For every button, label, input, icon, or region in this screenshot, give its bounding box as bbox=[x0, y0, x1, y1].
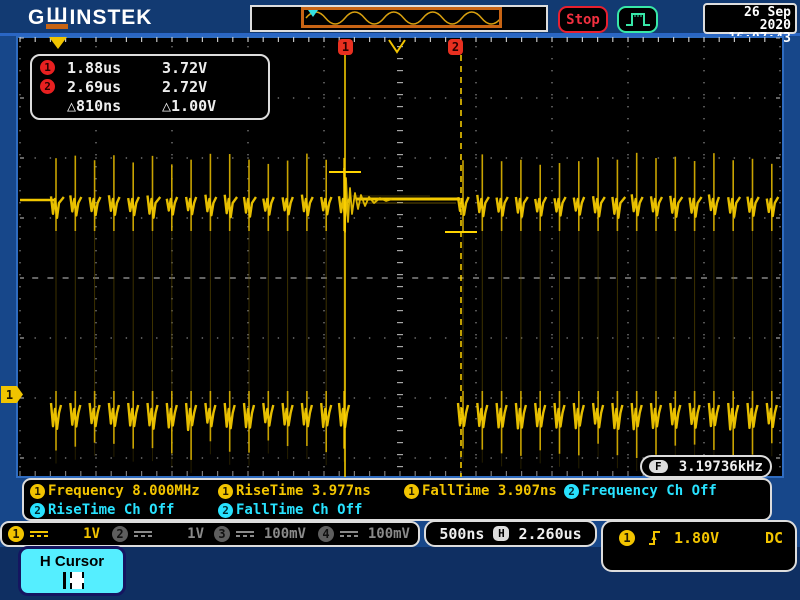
preview-trigger-marker-icon bbox=[308, 10, 318, 17]
delta-time: △810ns bbox=[67, 97, 162, 115]
meas-label: FallTime 3.907ns bbox=[422, 483, 557, 499]
trigger-row: 1 1.80V DC bbox=[603, 522, 795, 547]
timebase-status[interactable]: 500ns H 2.260us bbox=[424, 520, 597, 547]
date-text: 26 Sep 2020 bbox=[709, 6, 791, 32]
channel2-badge: 2 bbox=[112, 526, 128, 542]
meas-label: FallTime Ch Off bbox=[236, 502, 362, 518]
logo-instek: INSTEK bbox=[69, 6, 152, 30]
channel3-scale: 100mV bbox=[260, 526, 306, 542]
cursor1-readout: 1 1.88us 3.72V bbox=[40, 58, 260, 77]
meas-risetime-ch2: 2 RiseTime Ch Off bbox=[30, 502, 174, 518]
logo-g: G bbox=[28, 6, 45, 30]
channel4-scale: 100mV bbox=[364, 526, 410, 542]
meas-frequency-ch1: 1 Frequency 8.000MHz bbox=[30, 483, 200, 499]
ch1-badge: 1 bbox=[218, 484, 233, 499]
channel1-status[interactable]: 1 1V bbox=[8, 526, 100, 542]
h-cursor-icon bbox=[58, 572, 86, 589]
delta-volt: △1.00V bbox=[162, 97, 216, 115]
cursor2-volt: 2.72V bbox=[162, 78, 207, 96]
trigger-coupling: DC bbox=[765, 529, 783, 547]
cursor1-time: 1.88us bbox=[67, 59, 162, 77]
meas-falltime-ch1: 1 FallTime 3.907ns bbox=[404, 483, 557, 499]
channel3-badge: 3 bbox=[214, 526, 230, 542]
h-cursor1-handle[interactable]: 1 bbox=[338, 39, 353, 55]
gwinstek-logo: GШINSTEK bbox=[28, 6, 152, 30]
dc-coupling-icon bbox=[134, 531, 152, 537]
dc-coupling-icon bbox=[340, 531, 358, 537]
dc-coupling-icon bbox=[236, 531, 254, 537]
datetime-display: 26 Sep 2020 16:07:43 bbox=[703, 3, 797, 34]
display-window-indicator[interactable] bbox=[301, 7, 502, 28]
horizontal-badge: H bbox=[493, 526, 509, 541]
pulse-icon bbox=[623, 10, 653, 29]
ch1-badge: 1 bbox=[30, 484, 45, 499]
timebase-position: 2.260us bbox=[518, 525, 581, 543]
meas-label: Frequency 8.000MHz bbox=[48, 483, 200, 499]
h-cursor-softkey[interactable]: H Cursor bbox=[18, 546, 126, 596]
channel3-status[interactable]: 3 100mV bbox=[214, 526, 306, 542]
h-cursor2-handle[interactable]: 2 bbox=[448, 39, 463, 55]
cursor-readout-panel: 1 1.88us 3.72V 2 2.69us 2.72V △810ns △1.… bbox=[30, 54, 270, 120]
record-preview-bar bbox=[250, 5, 548, 32]
meas-risetime-ch1: 1 RiseTime 3.977ns bbox=[218, 483, 371, 499]
meas-label: RiseTime 3.977ns bbox=[236, 483, 371, 499]
cursor1-badge: 1 bbox=[40, 60, 55, 75]
channel-status-bar: 1 1V 2 1V 3 100mV 4 100mV bbox=[0, 521, 420, 547]
ch2-badge: 2 bbox=[564, 484, 579, 499]
pulse-mode-button[interactable] bbox=[617, 6, 658, 33]
logo-underline bbox=[46, 24, 68, 29]
frequency-counter: F 3.19736kHz bbox=[640, 455, 772, 478]
cursor-delta-readout: △810ns △1.00V bbox=[40, 97, 260, 116]
trigger-level: 1.80V bbox=[674, 529, 719, 547]
cursor2-time: 2.69us bbox=[67, 78, 162, 96]
measurement-bar: 1 Frequency 8.000MHz 1 RiseTime 3.977ns … bbox=[22, 478, 772, 521]
trigger-position-marker[interactable] bbox=[49, 37, 67, 49]
ch2-badge: 2 bbox=[30, 503, 45, 518]
channel4-status[interactable]: 4 100mV bbox=[318, 526, 410, 542]
ch2-badge: 2 bbox=[218, 503, 233, 518]
ch1-badge: 1 bbox=[404, 484, 419, 499]
channel2-scale: 1V bbox=[158, 526, 204, 542]
cursor2-readout: 2 2.69us 2.72V bbox=[40, 77, 260, 96]
cursor2-badge: 2 bbox=[40, 79, 55, 94]
meas-label: RiseTime Ch Off bbox=[48, 502, 174, 518]
meas-label: Frequency Ch Off bbox=[582, 483, 717, 499]
logo-w-mark: Ш bbox=[45, 4, 69, 28]
cursor1-volt: 3.72V bbox=[162, 59, 207, 77]
oscilloscope-screen: GШINSTEK Stop 26 Sep 2020 16:07:43 1 2 1… bbox=[0, 0, 800, 600]
timebase-scale: 500ns bbox=[439, 525, 484, 543]
frequency-counter-value: 3.19736kHz bbox=[679, 459, 763, 475]
preview-waveform bbox=[304, 10, 499, 25]
channel1-scale: 1V bbox=[54, 526, 100, 542]
h-cursor-label: H Cursor bbox=[40, 553, 104, 570]
trigger-status[interactable]: 1 1.80V DC bbox=[601, 520, 797, 572]
channel1-badge: 1 bbox=[8, 526, 24, 542]
channel4-badge: 4 bbox=[318, 526, 334, 542]
meas-frequency-ch2: 2 Frequency Ch Off bbox=[564, 483, 717, 499]
meas-falltime-ch2: 2 FallTime Ch Off bbox=[218, 502, 362, 518]
rising-edge-icon bbox=[647, 528, 662, 547]
stop-button[interactable]: Stop bbox=[558, 6, 608, 33]
stop-label: Stop bbox=[566, 12, 600, 28]
frequency-counter-icon: F bbox=[649, 460, 668, 473]
dc-coupling-icon bbox=[30, 531, 48, 537]
channel2-status[interactable]: 2 1V bbox=[112, 526, 204, 542]
trigger-source-badge: 1 bbox=[619, 530, 635, 546]
